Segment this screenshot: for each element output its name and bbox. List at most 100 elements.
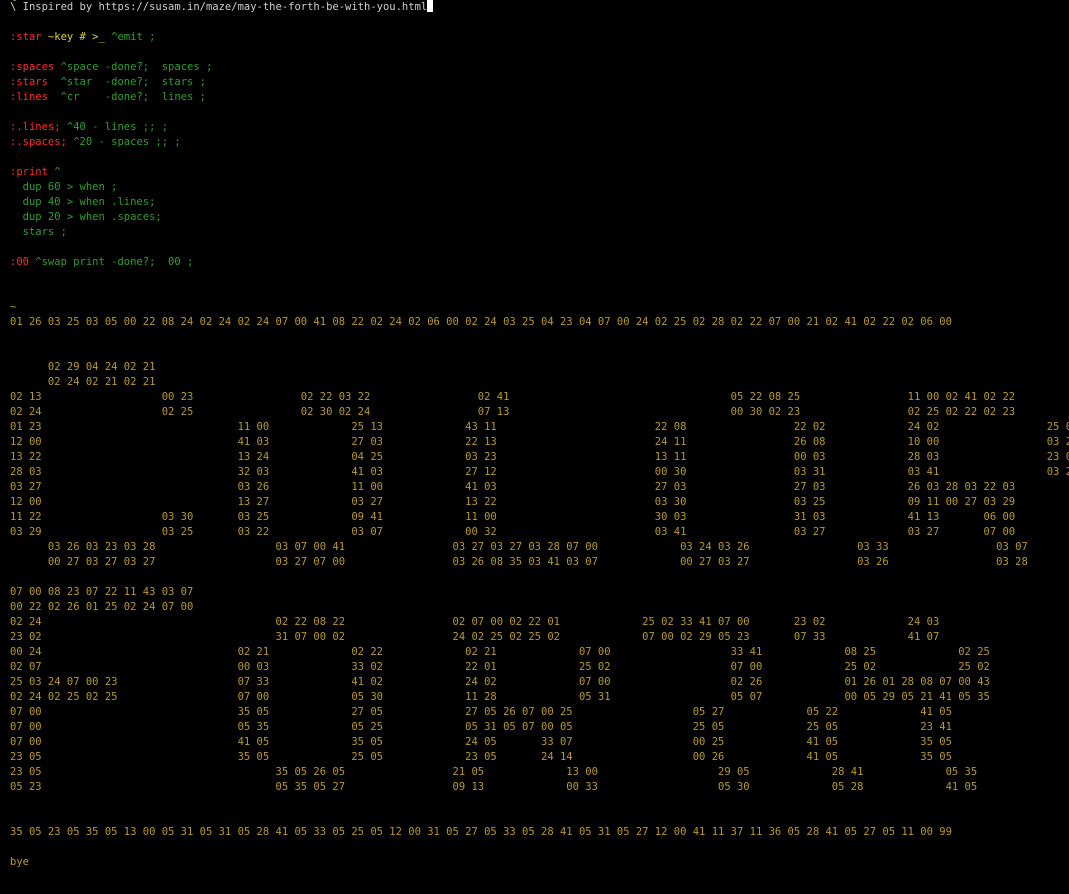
terminal-line: 01 23 11 00 25 13 43 11 22 08 22 02 24 0… — [10, 420, 1069, 435]
terminal-text-segment: ~key # >_ — [41, 31, 112, 43]
terminal-text-segment: 23 05 35 05 25 05 23 05 24 14 00 26 41 0… — [10, 751, 952, 763]
terminal-line: bye — [10, 855, 1069, 870]
terminal-line: 02 29 04 24 02 21 — [10, 360, 1069, 375]
terminal-line: \ Inspired by https://susam.in/maze/may-… — [10, 0, 1069, 15]
terminal-text-segment: 07 00 05 35 05 25 05 31 05 07 00 05 25 0… — [10, 721, 952, 733]
terminal-line: 07 00 35 05 27 05 27 05 26 07 00 25 05 2… — [10, 705, 1069, 720]
terminal-text-segment: 02 24 02 25 02 30 02 24 07 13 00 30 02 2… — [10, 406, 1016, 418]
terminal-line: 03 27 03 26 11 00 41 03 27 03 27 03 26 0… — [10, 480, 1069, 495]
terminal-line: 02 24 02 25 02 25 07 00 05 30 11 28 05 3… — [10, 690, 1069, 705]
terminal-text-segment: 13 22 13 24 04 25 03 23 13 11 00 03 28 0… — [10, 451, 1069, 463]
terminal-text-segment: 00 27 03 27 03 27 03 27 07 00 03 26 08 3… — [10, 556, 1028, 568]
terminal-text-segment: 00 22 02 26 01 25 02 24 07 00 — [10, 601, 194, 613]
terminal-line: 00 22 02 26 01 25 02 24 07 00 — [10, 600, 1069, 615]
terminal-text-segment: ~ — [10, 301, 17, 313]
terminal-text-segment: 01 23 11 00 25 13 43 11 22 08 22 02 24 0… — [10, 421, 1069, 433]
terminal-line: 35 05 23 05 35 05 13 00 05 31 05 31 05 2… — [10, 825, 1069, 840]
terminal-text-segment: 03 26 03 23 03 28 03 07 00 41 03 27 03 2… — [10, 541, 1028, 553]
terminal-output: \ Inspired by https://susam.in/maze/may-… — [10, 0, 1069, 870]
terminal-text-segment: dup 20 > when .spaces; — [10, 211, 162, 223]
terminal-text-segment: ^swap print -done?; 00 ; — [28, 256, 194, 268]
terminal-text-segment: 01 26 03 25 03 05 00 22 08 24 02 24 02 2… — [10, 316, 952, 328]
terminal-text-segment: :print — [10, 166, 48, 178]
terminal-text-segment: ^emit ; — [111, 31, 156, 43]
terminal-line: 25 03 24 07 00 23 07 33 41 02 24 02 07 0… — [10, 675, 1069, 690]
terminal-text-segment: 00 24 02 21 02 22 02 21 07 00 33 41 08 2… — [10, 646, 990, 658]
terminal-text-segment: \ Inspired by https://susam.in/maze/may-… — [10, 1, 428, 13]
terminal-line: 02 13 00 23 02 22 03 22 02 41 05 22 08 2… — [10, 390, 1069, 405]
terminal-text-segment: 02 29 04 24 02 21 — [10, 361, 156, 373]
terminal-text-segment: 02 24 02 21 02 21 — [10, 376, 156, 388]
terminal-line: :stars ^star -done?; stars ; — [10, 75, 1069, 90]
terminal-text-segment: 12 00 41 03 27 03 22 13 24 11 26 08 10 0… — [10, 436, 1069, 448]
terminal-text-segment: ^ — [47, 166, 61, 178]
terminal-line: :star ~key # >_ ^emit ; — [10, 30, 1069, 45]
text-cursor — [427, 0, 434, 12]
terminal-line: :lines ^cr -done?; lines ; — [10, 90, 1069, 105]
terminal-line: :.spaces; ^20 - spaces ;; ; — [10, 135, 1069, 150]
terminal-line: 03 26 03 23 03 28 03 07 00 41 03 27 03 2… — [10, 540, 1069, 555]
terminal-line: dup 20 > when .spaces; — [10, 210, 1069, 225]
terminal-text-segment: 23 02 31 07 00 02 24 02 25 02 25 02 07 0… — [10, 631, 940, 643]
terminal-line: 23 05 35 05 26 05 21 05 13 00 29 05 28 4… — [10, 765, 1069, 780]
terminal-line: 02 07 00 03 33 02 22 01 25 02 07 00 25 0… — [10, 660, 1069, 675]
terminal-line: 03 29 03 25 03 22 03 07 00 32 03 41 03 2… — [10, 525, 1069, 540]
terminal-line: 02 24 02 22 08 22 02 07 00 02 22 01 25 0… — [10, 615, 1069, 630]
terminal-line: ~ — [10, 300, 1069, 315]
terminal-text-segment: :spaces — [10, 61, 55, 73]
terminal-text-segment: 07 00 41 05 35 05 24 05 33 07 00 25 41 0… — [10, 736, 952, 748]
terminal-line: 01 26 03 25 03 05 00 22 08 24 02 24 02 2… — [10, 315, 1069, 330]
terminal-line: 12 00 41 03 27 03 22 13 24 11 26 08 10 0… — [10, 435, 1069, 450]
terminal-line: 00 24 02 21 02 22 02 21 07 00 33 41 08 2… — [10, 645, 1069, 660]
terminal-text-segment: 02 13 00 23 02 22 03 22 02 41 05 22 08 2… — [10, 391, 1016, 403]
terminal-text-segment: dup 60 > when ; — [10, 181, 118, 193]
terminal-text-segment: :star — [10, 31, 42, 43]
terminal-text-segment: :.lines; — [10, 121, 61, 133]
top-marker: % — [10, 0, 16, 6]
terminal-line: 05 23 05 35 05 27 09 13 00 33 05 30 05 2… — [10, 780, 1069, 795]
terminal-text-segment: dup 40 > when .lines; — [10, 196, 156, 208]
terminal-line: dup 40 > when .lines; — [10, 195, 1069, 210]
terminal-text-segment: 02 24 02 22 08 22 02 07 00 02 22 01 25 0… — [10, 616, 940, 628]
terminal-text-segment: 05 23 05 35 05 27 09 13 00 33 05 30 05 2… — [10, 781, 978, 793]
terminal-text-segment: 03 29 03 25 03 22 03 07 00 32 03 41 03 2… — [10, 526, 1016, 538]
terminal-text-segment: ^40 - lines ;; ; — [60, 121, 169, 133]
terminal-line: 28 03 32 03 41 03 27 12 00 30 03 31 03 4… — [10, 465, 1069, 480]
terminal-line: 07 00 05 35 05 25 05 31 05 07 00 05 25 0… — [10, 720, 1069, 735]
terminal-text-segment: ^space -done?; spaces ; — [54, 61, 213, 73]
terminal-window[interactable]: % \ Inspired by https://susam.in/maze/ma… — [0, 0, 1069, 894]
terminal-text-segment: :.spaces; — [10, 136, 67, 148]
terminal-line: 07 00 41 05 35 05 24 05 33 07 00 25 41 0… — [10, 735, 1069, 750]
terminal-line: 13 22 13 24 04 25 03 23 13 11 00 03 28 0… — [10, 450, 1069, 465]
terminal-line: 23 05 35 05 25 05 23 05 24 14 00 26 41 0… — [10, 750, 1069, 765]
terminal-line: :spaces ^space -done?; spaces ; — [10, 60, 1069, 75]
terminal-line: 11 22 03 30 03 25 09 41 11 00 30 03 31 0… — [10, 510, 1069, 525]
terminal-text-segment: bye — [10, 856, 29, 868]
terminal-text-segment: :00 — [10, 256, 29, 268]
terminal-line: :print ^ — [10, 165, 1069, 180]
terminal-text-segment: 03 27 03 26 11 00 41 03 27 03 27 03 26 0… — [10, 481, 1016, 493]
terminal-line: 23 02 31 07 00 02 24 02 25 02 25 02 07 0… — [10, 630, 1069, 645]
terminal-text-segment: ^star -done?; stars ; — [47, 76, 206, 88]
terminal-text-segment: 12 00 13 27 03 27 13 22 03 30 03 25 09 1… — [10, 496, 1016, 508]
terminal-text-segment: 07 00 35 05 27 05 27 05 26 07 00 25 05 2… — [10, 706, 952, 718]
terminal-line: 02 24 02 21 02 21 — [10, 375, 1069, 390]
terminal-text-segment: 02 07 00 03 33 02 22 01 25 02 07 00 25 0… — [10, 661, 990, 673]
terminal-text-segment: 25 03 24 07 00 23 07 33 41 02 24 02 07 0… — [10, 676, 990, 688]
terminal-line: 07 00 08 23 07 22 11 43 03 07 — [10, 585, 1069, 600]
terminal-text-segment: 11 22 03 30 03 25 09 41 11 00 30 03 31 0… — [10, 511, 1016, 523]
terminal-text-segment: 28 03 32 03 41 03 27 12 00 30 03 31 03 4… — [10, 466, 1069, 478]
terminal-line: dup 60 > when ; — [10, 180, 1069, 195]
